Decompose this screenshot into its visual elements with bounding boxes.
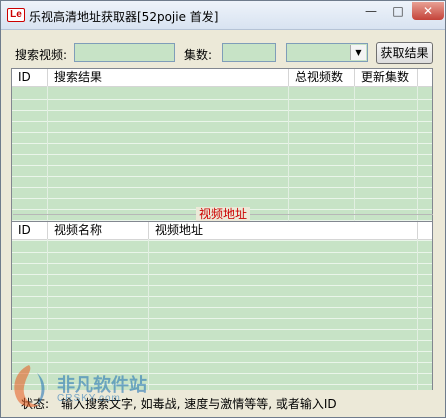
close-button[interactable]: ✕	[412, 2, 444, 20]
video-list-header: ID 视频名称 视频地址	[12, 222, 432, 240]
results-header: ID 搜索结果 总视频数 更新集数	[12, 69, 432, 87]
col-header-total-videos[interactable]: 总视频数	[289, 69, 355, 86]
video-address-title: 视频地址	[196, 207, 251, 221]
search-video-label: 搜索视频:	[15, 48, 68, 62]
episode-select[interactable]: ▼	[286, 43, 368, 62]
col-header-video-name[interactable]: 视频名称	[48, 222, 149, 239]
site-watermark: 非凡软件站 CRSKY.com	[7, 361, 167, 413]
title-bar[interactable]: Le 乐视高清地址获取器[52pojie 首发] — □ ✕	[1, 1, 445, 30]
episodes-input[interactable]	[222, 43, 276, 62]
col-header-updated-episodes[interactable]: 更新集数	[355, 69, 418, 86]
get-results-button[interactable]: 获取结果	[376, 42, 433, 64]
col-header-video-address[interactable]: 视频地址	[149, 222, 418, 239]
app-logo-icon: Le	[7, 8, 25, 22]
watermark-logo-icon	[14, 365, 45, 407]
col-header-search-result[interactable]: 搜索结果	[48, 69, 289, 86]
maximize-button[interactable]: □	[385, 2, 411, 20]
episodes-label: 集数:	[184, 48, 213, 62]
col-header-id[interactable]: ID	[12, 69, 48, 86]
app-window: Le 乐视高清地址获取器[52pojie 首发] — □ ✕ 搜索视频: 集数:…	[0, 0, 446, 418]
search-input[interactable]	[74, 43, 175, 62]
column-divider	[417, 239, 418, 399]
chevron-down-icon[interactable]: ▼	[350, 45, 366, 60]
watermark-en-text: CRSKY.com	[57, 393, 121, 404]
window-title: 乐视高清地址获取器[52pojie 首发]	[29, 10, 219, 24]
minimize-button[interactable]: —	[358, 2, 384, 20]
window-body: 搜索视频: 集数: ▼ 获取结果 ID 搜索结果 总视频数 更新集数 视频地址	[1, 30, 445, 417]
video-address-group: 视频地址	[1, 207, 445, 221]
col-header-id[interactable]: ID	[12, 222, 48, 239]
